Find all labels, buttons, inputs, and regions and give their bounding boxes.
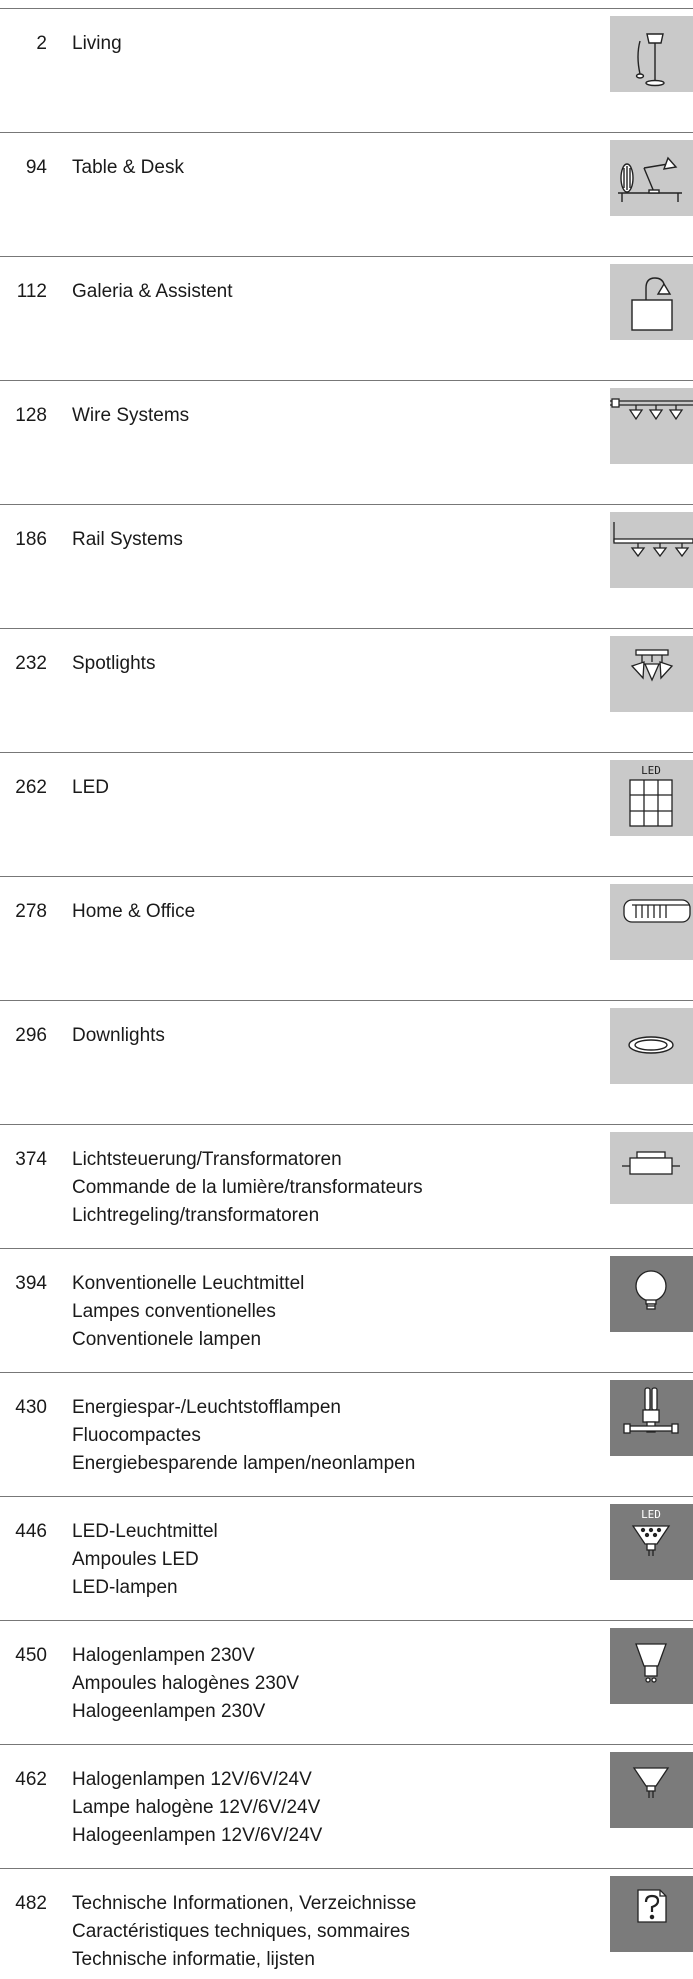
- entry-title: Living: [72, 33, 122, 54]
- divider: [0, 628, 693, 629]
- page-number: 94: [25, 157, 47, 178]
- entry-title-nl: Lichtregeling/transformatoren: [72, 1205, 320, 1226]
- transformer-icon: [610, 1132, 693, 1204]
- index-entry[interactable]: 278 Home & Office: [0, 876, 693, 1000]
- index-entry[interactable]: 296 Downlights: [0, 1000, 693, 1124]
- page-number: 482: [15, 1893, 47, 1914]
- divider: [0, 8, 693, 9]
- index-entry[interactable]: 128 Wire Systems: [0, 380, 693, 504]
- energy-saving-lamp-icon: [610, 1380, 693, 1456]
- index-entry[interactable]: 232 Spotlights: [0, 628, 693, 752]
- page-number: 2: [36, 33, 47, 54]
- divider: [0, 1000, 693, 1001]
- entry-title: Downlights: [72, 1025, 165, 1046]
- page-number: 128: [15, 405, 47, 426]
- entry-title-de: Energiespar-/Leuchtstofflampen: [72, 1397, 341, 1418]
- index-entry[interactable]: 446 LED-Leuchtmittel Ampoules LED LED-la…: [0, 1496, 693, 1620]
- entry-title: Rail Systems: [72, 529, 183, 550]
- floor-lamp-icon: [610, 16, 693, 92]
- divider: [0, 1248, 693, 1249]
- led-panel-icon: LED: [610, 760, 693, 836]
- divider: [0, 1124, 693, 1125]
- entry-title-nl: Energiebesparende lampen/neonlampen: [72, 1453, 416, 1474]
- page-number: 462: [15, 1769, 47, 1790]
- office-luminaire-icon: [610, 884, 693, 960]
- index-entry[interactable]: 262 LED LED: [0, 752, 693, 876]
- index-entry[interactable]: 112 Galeria & Assistent: [0, 256, 693, 380]
- entry-title-fr: Fluocompactes: [72, 1425, 201, 1446]
- entry-title-de: Technische Informationen, Verzeichnisse: [72, 1893, 417, 1914]
- entry-title: Wire Systems: [72, 405, 190, 426]
- index-entry[interactable]: 482 Technische Informationen, Verzeichni…: [0, 1868, 693, 1979]
- catalog-index-page: { "entries": [ {"page": "2", "lines": ["…: [0, 0, 693, 1979]
- index-entry[interactable]: 374 Lichtsteuerung/Transformatoren Comma…: [0, 1124, 693, 1248]
- rail-system-icon: [610, 512, 693, 588]
- divider: [0, 1372, 693, 1373]
- index-entry[interactable]: 462 Halogenlampen 12V/6V/24V Lampe halog…: [0, 1744, 693, 1868]
- index-entry[interactable]: 394 Konventionelle Leuchtmittel Lampes c…: [0, 1248, 693, 1372]
- entry-title-de: LED-Leuchtmittel: [72, 1521, 218, 1542]
- index-entry[interactable]: 94 Table & Desk: [0, 132, 693, 256]
- entry-title-fr: Lampe halogène 12V/6V/24V: [72, 1797, 321, 1818]
- led-label: LED: [641, 764, 661, 777]
- halogen-230v-icon: [610, 1628, 693, 1704]
- index-entry[interactable]: 186 Rail Systems: [0, 504, 693, 628]
- divider: [0, 752, 693, 753]
- document-question-icon: [610, 1876, 693, 1952]
- downlight-icon: [610, 1008, 693, 1084]
- bulb-icon: [610, 1256, 693, 1332]
- page-number: 430: [15, 1397, 47, 1418]
- divider: [0, 380, 693, 381]
- entry-title-fr: Ampoules LED: [72, 1549, 199, 1570]
- entry-title-fr: Commande de la lumière/transformateurs: [72, 1177, 423, 1198]
- wall-lamp-icon: [610, 264, 693, 340]
- page-number: 262: [15, 777, 47, 798]
- entry-title: Galeria & Assistent: [72, 281, 233, 302]
- entry-title-fr: Lampes conventionelles: [72, 1301, 276, 1322]
- divider: [0, 1620, 693, 1621]
- wire-system-icon: [610, 388, 693, 464]
- entry-title-de: Halogenlampen 230V: [72, 1645, 255, 1666]
- entry-title: Home & Office: [72, 901, 196, 922]
- divider: [0, 256, 693, 257]
- entry-title-fr: Caractéristiques techniques, sommaires: [72, 1921, 410, 1942]
- page-number: 278: [15, 901, 47, 922]
- entry-title-nl: LED-lampen: [72, 1577, 178, 1598]
- divider: [0, 132, 693, 133]
- page-number: 450: [15, 1645, 47, 1666]
- desk-lamp-icon: [610, 140, 693, 216]
- entry-title-fr: Ampoules halogènes 230V: [72, 1673, 300, 1694]
- entry-title: Table & Desk: [72, 157, 184, 178]
- entry-title-nl: Conventionele lampen: [72, 1329, 262, 1350]
- page-number: 296: [15, 1025, 47, 1046]
- halogen-12v-icon: [610, 1752, 693, 1828]
- index-entry[interactable]: 2 Living: [0, 8, 693, 132]
- page-number: 394: [15, 1273, 47, 1294]
- entry-title: Spotlights: [72, 653, 156, 674]
- page-number: 186: [15, 529, 47, 550]
- led-bulb-icon: LED: [610, 1504, 693, 1580]
- index-entry[interactable]: 450 Halogenlampen 230V Ampoules halogène…: [0, 1620, 693, 1744]
- entry-title-nl: Halogeenlampen 230V: [72, 1701, 266, 1722]
- divider: [0, 504, 693, 505]
- page-number: 112: [16, 281, 47, 302]
- divider: [0, 1868, 693, 1869]
- spotlights-icon: [610, 636, 693, 712]
- page-number: 232: [15, 653, 47, 674]
- led-label: LED: [641, 1508, 661, 1521]
- entry-title-de: Konventionelle Leuchtmittel: [72, 1273, 305, 1294]
- entry-title-de: Lichtsteuerung/Transformatoren: [72, 1149, 342, 1170]
- entry-title-de: Halogenlampen 12V/6V/24V: [72, 1769, 312, 1790]
- page-number: 446: [15, 1521, 47, 1542]
- divider: [0, 1496, 693, 1497]
- page-number: 374: [15, 1149, 47, 1170]
- divider: [0, 1744, 693, 1745]
- entry-title-nl: Halogeenlampen 12V/6V/24V: [72, 1825, 323, 1846]
- index-entry[interactable]: 430 Energiespar-/Leuchtstofflampen Fluoc…: [0, 1372, 693, 1496]
- entry-title: LED: [72, 777, 109, 798]
- divider: [0, 876, 693, 877]
- entry-title-nl: Technische informatie, lijsten: [72, 1949, 315, 1970]
